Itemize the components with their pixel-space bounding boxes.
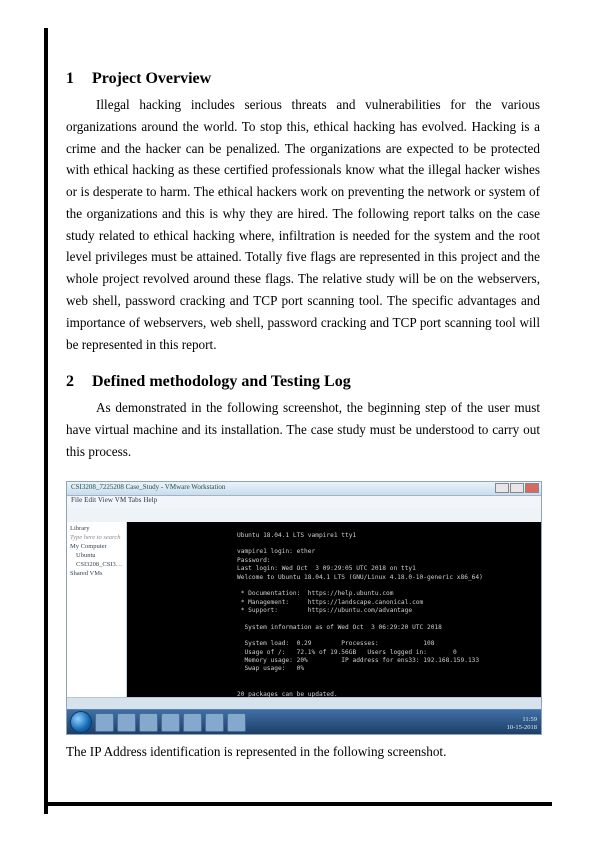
section-2-number: 2 xyxy=(66,373,88,391)
vm-toolbar[interactable] xyxy=(67,508,541,523)
window-buttons xyxy=(495,483,539,493)
bottom-rule xyxy=(44,802,552,806)
minimize-button[interactable] xyxy=(495,483,509,493)
taskbar-icon[interactable] xyxy=(205,713,224,732)
sidebar-item[interactable]: My Computer xyxy=(70,542,123,551)
section-1-heading: 1 Project Overview xyxy=(66,70,540,88)
tray-date: 10-15-2018 xyxy=(507,724,537,731)
taskbar-icon[interactable] xyxy=(161,713,180,732)
tray-time: 11:59 xyxy=(507,716,537,723)
host-taskbar[interactable]: 11:59 10-15-2018 xyxy=(67,709,541,734)
left-rule xyxy=(44,28,48,814)
vm-window-titlebar: CSI3208_7225208 Case_Study - VMware Work… xyxy=(67,482,541,496)
taskbar-icons[interactable] xyxy=(95,713,246,732)
screenshot-caption: The IP Address identification is represe… xyxy=(66,741,540,763)
sidebar-item[interactable]: CSI3208_CSI3208 Case… xyxy=(70,560,123,569)
taskbar-icon[interactable] xyxy=(139,713,158,732)
section-2-title: Defined methodology and Testing Log xyxy=(92,373,351,390)
sidebar-item[interactable]: Shared VMs xyxy=(70,569,123,578)
sidebar-item[interactable]: Ubuntu xyxy=(70,551,123,560)
vm-terminal[interactable]: Ubuntu 18.04.1 LTS vampire1 tty1 vampire… xyxy=(127,522,541,698)
sidebar-search[interactable]: Type here to search xyxy=(70,533,123,542)
section-1-paragraph: Illegal hacking includes serious threats… xyxy=(66,94,540,355)
section-1-number: 1 xyxy=(66,70,88,88)
section-2-paragraph: As demonstrated in the following screens… xyxy=(66,397,540,462)
sidebar-header: Library xyxy=(70,524,123,533)
vm-window-title: CSI3208_7225208 Case_Study - VMware Work… xyxy=(71,483,225,491)
close-button[interactable] xyxy=(525,483,539,493)
taskbar-icon[interactable] xyxy=(95,713,114,732)
screenshot-vm-login: CSI3208_7225208 Case_Study - VMware Work… xyxy=(66,481,542,735)
system-tray[interactable]: 11:59 10-15-2018 xyxy=(507,716,537,730)
section-1-title: Project Overview xyxy=(92,70,211,87)
taskbar-icon[interactable] xyxy=(227,713,246,732)
document-page: 1 Project Overview Illegal hacking inclu… xyxy=(0,0,596,842)
taskbar-icon[interactable] xyxy=(183,713,202,732)
section-2-heading: 2 Defined methodology and Testing Log xyxy=(66,373,540,391)
vm-library-sidebar[interactable]: Library Type here to search My Computer … xyxy=(67,522,127,698)
maximize-button[interactable] xyxy=(510,483,524,493)
start-orb-icon[interactable] xyxy=(70,711,92,733)
taskbar-icon[interactable] xyxy=(117,713,136,732)
